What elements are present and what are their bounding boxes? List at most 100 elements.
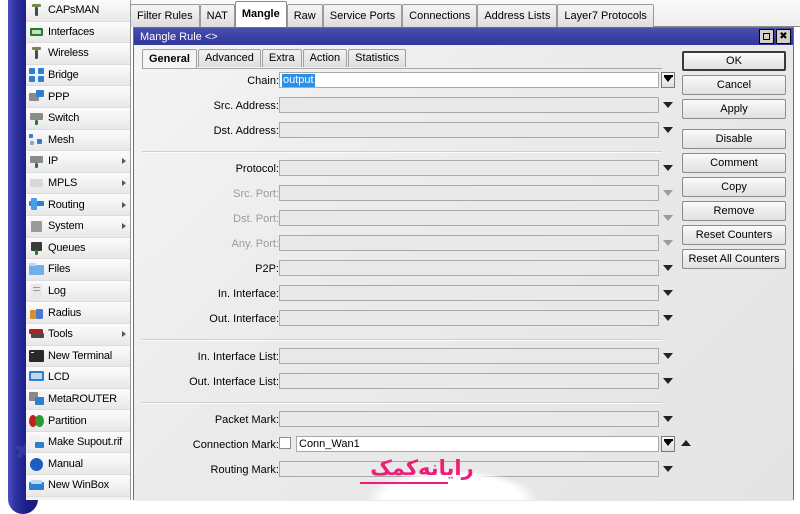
field-row: In. Interface List: <box>134 347 679 372</box>
sidebar-item-radius[interactable]: Radius <box>26 302 130 324</box>
partition-pie-icon <box>29 414 44 428</box>
field-dropdown-arrow-icon[interactable] <box>663 190 673 196</box>
folder-icon <box>29 262 44 276</box>
tab-address-lists[interactable]: Address Lists <box>477 4 558 27</box>
form-separator <box>142 151 662 153</box>
tab-nat[interactable]: NAT <box>199 4 235 27</box>
field-input[interactable]: Conn_Wan1 <box>296 436 659 452</box>
field-dropdown-arrow-icon[interactable] <box>663 290 673 296</box>
sidebar-item-log[interactable]: Log <box>26 280 130 303</box>
sidebar-item-interfaces[interactable]: Interfaces <box>26 21 130 44</box>
field-label: Src. Port: <box>233 188 279 200</box>
field-dropdown-arrow-icon[interactable] <box>663 315 673 321</box>
field-input[interactable] <box>279 210 659 226</box>
sidebar-item-label: MetaROUTER <box>48 392 117 405</box>
button-ok[interactable]: OK <box>682 51 786 71</box>
sidebar-item-files[interactable]: Files <box>26 259 130 281</box>
field-input[interactable] <box>279 185 659 201</box>
sidebar-item-tools[interactable]: Tools <box>26 323 130 346</box>
field-label: Dst. Port: <box>233 213 279 225</box>
field-input[interactable] <box>279 285 659 301</box>
field-row: Src. Port: <box>134 184 679 209</box>
dialog-tab-general[interactable]: General <box>142 49 197 69</box>
field-input[interactable] <box>279 411 659 427</box>
field-label: Out. Interface: <box>209 313 279 325</box>
sidebar-item-bridge[interactable]: Bridge <box>26 64 130 87</box>
field-dropdown-arrow-icon[interactable] <box>663 215 673 221</box>
tab-mangle[interactable]: Mangle <box>234 1 287 27</box>
field-dropdown-arrow-icon[interactable] <box>663 416 673 422</box>
field-input[interactable] <box>279 373 659 389</box>
close-icon[interactable]: ✖ <box>776 29 791 44</box>
field-row: Out. Interface: <box>134 309 679 334</box>
button-disable[interactable]: Disable <box>682 129 786 149</box>
field-row: In. Interface: <box>134 284 679 309</box>
sidebar-item-routing[interactable]: Routing <box>26 194 130 216</box>
maximize-icon[interactable] <box>759 29 774 44</box>
field-input[interactable] <box>279 310 659 326</box>
sidebar-item-ppp[interactable]: PPP <box>26 86 130 108</box>
tab-connections[interactable]: Connections <box>402 4 478 27</box>
dialog-tab-advanced[interactable]: Advanced <box>197 49 261 67</box>
sidebar-item-switch[interactable]: Switch <box>26 107 130 130</box>
field-dropdown-button[interactable] <box>661 72 675 88</box>
field-checkbox[interactable] <box>279 437 291 449</box>
field-input[interactable] <box>279 461 659 477</box>
button-reset-counters[interactable]: Reset Counters <box>682 225 786 245</box>
sidebar-item-new-terminal[interactable]: New Terminal <box>26 345 130 368</box>
sidebar-item-label: Switch <box>48 112 80 125</box>
sidebar-item-mesh[interactable]: Mesh <box>26 129 130 152</box>
field-input[interactable] <box>279 97 659 113</box>
field-dropdown-arrow-icon[interactable] <box>663 353 673 359</box>
sidebar-item-ip[interactable]: IP <box>26 151 130 173</box>
button-cancel[interactable]: Cancel <box>682 75 786 95</box>
field-dropdown-arrow-icon[interactable] <box>663 466 673 472</box>
field-dropdown-arrow-icon[interactable] <box>663 378 673 384</box>
tab-filter-rules[interactable]: Filter Rules <box>130 4 200 27</box>
sidebar-item-manual[interactable]: Manual <box>26 453 130 476</box>
field-input[interactable] <box>279 348 659 364</box>
field-collapse-arrow-icon[interactable] <box>681 440 691 446</box>
mpls-icon <box>29 176 44 190</box>
dialog-tab-action[interactable]: Action <box>302 49 348 67</box>
dialog-tab-statistics[interactable]: Statistics <box>348 49 407 67</box>
field-dropdown-arrow-icon[interactable] <box>663 265 673 271</box>
field-dropdown-arrow-icon[interactable] <box>663 165 673 171</box>
field-dropdown-arrow-icon[interactable] <box>663 127 673 133</box>
button-reset-all-counters[interactable]: Reset All Counters <box>682 249 786 269</box>
button-apply[interactable]: Apply <box>682 99 786 119</box>
field-row: Dst. Address: <box>134 121 679 146</box>
sidebar-item-make-supout-rif[interactable]: Make Supout.rif <box>26 431 130 454</box>
sidebar-item-label: IP <box>48 155 58 168</box>
field-input[interactable] <box>279 260 659 276</box>
sidebar-item-new-winbox[interactable]: New WinBox <box>26 475 130 497</box>
sidebar-item-queues[interactable]: Queues <box>26 237 130 260</box>
button-comment[interactable]: Comment <box>682 153 786 173</box>
button-copy[interactable]: Copy <box>682 177 786 197</box>
field-dropdown-button[interactable] <box>661 436 675 452</box>
sidebar-item-system[interactable]: System <box>26 215 130 238</box>
sidebar-item-partition[interactable]: Partition <box>26 410 130 432</box>
sidebar-item-mpls[interactable]: MPLS <box>26 172 130 195</box>
button-remove[interactable]: Remove <box>682 201 786 221</box>
field-label: Dst. Address: <box>213 125 279 137</box>
watermark-underline <box>360 482 448 484</box>
dialog-tab-extra[interactable]: Extra <box>261 49 302 67</box>
field-input[interactable] <box>279 122 659 138</box>
routing-icon <box>29 197 44 212</box>
tab-service-ports[interactable]: Service Ports <box>322 4 403 27</box>
wireless-icon <box>29 46 44 60</box>
field-dropdown-arrow-icon[interactable] <box>663 240 673 246</box>
sidebar-item-metarouter[interactable]: MetaROUTER <box>26 388 130 411</box>
field-input[interactable]: output <box>279 72 659 88</box>
help-question-icon <box>29 457 44 471</box>
field-input[interactable] <box>279 235 659 251</box>
tab-raw[interactable]: Raw <box>286 4 323 27</box>
field-input[interactable] <box>279 160 659 176</box>
sidebar-item-lcd[interactable]: LCD <box>26 367 130 389</box>
field-dropdown-arrow-icon[interactable] <box>663 102 673 108</box>
dialog-tab-underline <box>142 68 662 69</box>
tab-layer7-protocols[interactable]: Layer7 Protocols <box>557 4 654 27</box>
sidebar-item-wireless[interactable]: Wireless <box>26 43 130 65</box>
sidebar-item-capsman[interactable]: CAPsMAN <box>26 0 130 22</box>
